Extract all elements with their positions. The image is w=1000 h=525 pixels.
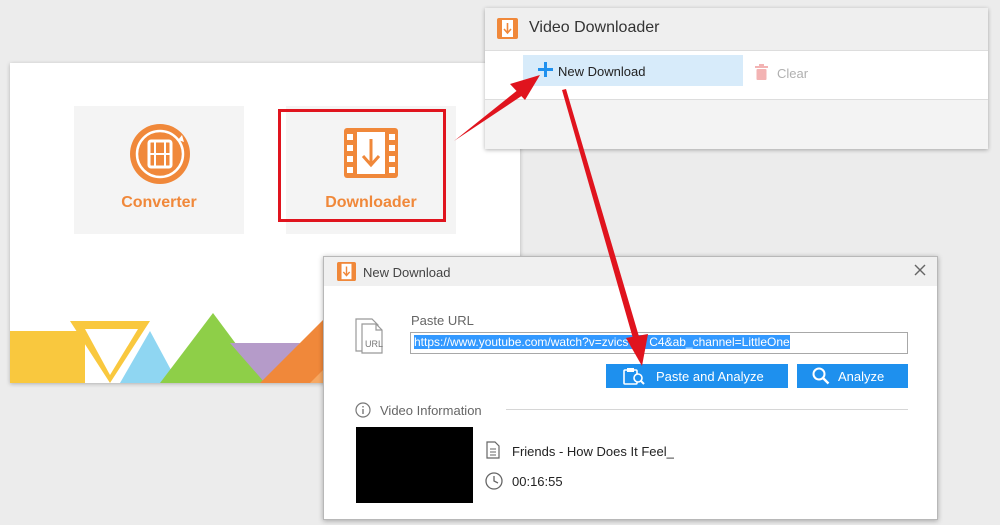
paste-and-analyze-button[interactable]: Paste and Analyze — [606, 364, 788, 388]
url-icon-label: URL — [365, 339, 384, 349]
converter-label: Converter — [121, 194, 197, 211]
search-icon — [812, 367, 830, 385]
new-download-dialog: New Download URL Paste URL https://www.y… — [323, 256, 938, 520]
url-input[interactable]: https://www.youtube.com/watch?v=zvicsG9 … — [410, 332, 908, 354]
converter-icon — [128, 122, 192, 186]
new-download-label: New Download — [558, 64, 646, 79]
analyze-label: Analyze — [838, 369, 885, 384]
video-information-label: Video Information — [380, 403, 482, 418]
paste-and-analyze-label: Paste and Analyze — [656, 369, 764, 384]
section-divider — [506, 409, 908, 410]
dialog-titlebar: New Download — [324, 257, 937, 286]
downloader-app-icon — [497, 18, 518, 39]
video-downloader-window: Video Downloader New Download Clear — [485, 8, 988, 149]
trash-icon — [755, 64, 768, 80]
new-download-button[interactable]: New Download — [523, 55, 743, 86]
downloader-app-icon — [337, 262, 356, 281]
url-value: https://www.youtube.com/watch?v=zvicsG9 … — [414, 335, 790, 349]
info-icon — [355, 402, 371, 418]
clear-label: Clear — [777, 66, 809, 81]
video-downloader-titlebar: Video Downloader — [485, 8, 988, 50]
clear-button[interactable]: Clear — [753, 63, 833, 85]
clipboard-search-icon — [623, 367, 645, 385]
plus-icon — [538, 62, 553, 77]
video-downloader-toolbar: New Download Clear — [485, 50, 988, 100]
file-icon — [486, 441, 500, 459]
converter-tile[interactable]: Converter — [74, 106, 244, 234]
analyze-button[interactable]: Analyze — [797, 364, 908, 388]
downloader-highlight-box — [278, 109, 446, 222]
window-title: Video Downloader — [529, 19, 660, 36]
video-duration: 00:16:55 — [512, 474, 563, 489]
video-title: Friends - How Does It Feel_ — [512, 444, 674, 459]
video-thumbnail — [356, 427, 473, 503]
dialog-title: New Download — [363, 265, 451, 280]
paste-url-label: Paste URL — [411, 313, 474, 328]
clock-icon — [485, 472, 503, 490]
url-document-icon: URL — [354, 315, 390, 355]
close-icon[interactable] — [914, 264, 926, 276]
